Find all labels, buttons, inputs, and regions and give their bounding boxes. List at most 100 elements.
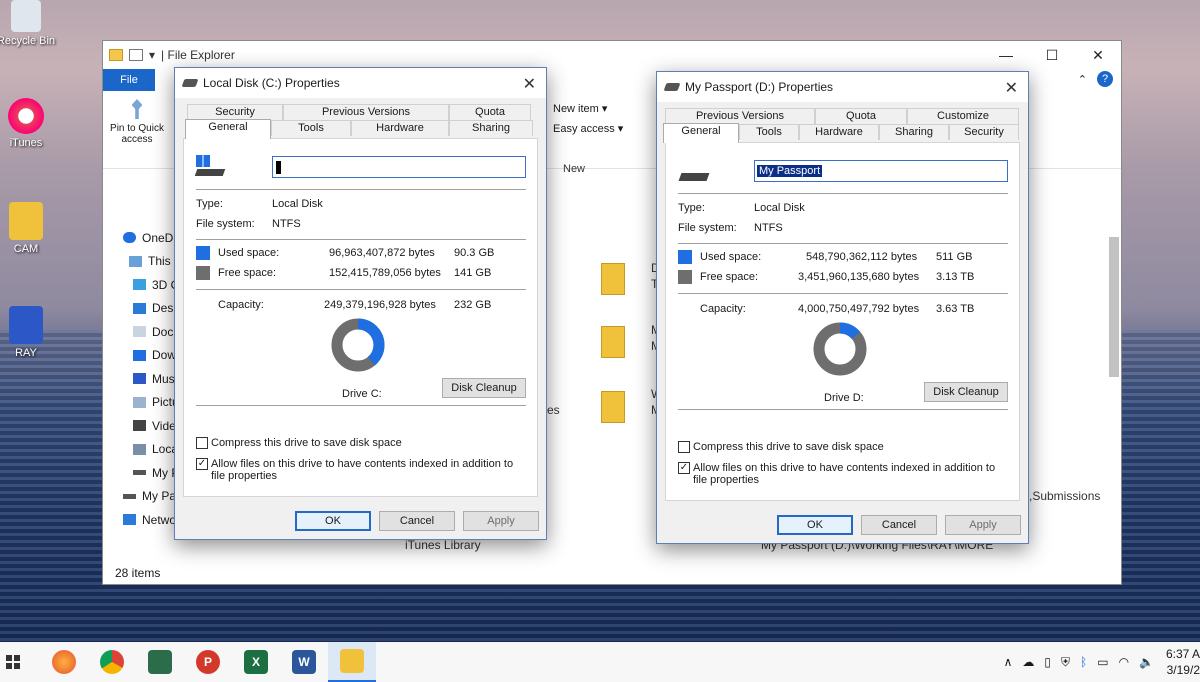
new-item-button[interactable]: New item ▾ xyxy=(553,99,623,119)
index-checkbox[interactable]: ✓ xyxy=(196,458,208,470)
work-folder-icon[interactable] xyxy=(601,391,625,423)
ok-button[interactable]: OK xyxy=(777,515,853,535)
dialog-title-bar: My Passport (D:) Properties ✕ xyxy=(657,72,1028,102)
drive-name-input[interactable]: My Passport xyxy=(754,160,1008,182)
start-button[interactable] xyxy=(0,642,26,682)
file-tab[interactable]: File xyxy=(103,69,155,91)
music-folder-icon[interactable] xyxy=(601,326,625,358)
minimize-button[interactable]: — xyxy=(983,41,1029,69)
usage-donut-chart xyxy=(813,322,867,376)
close-icon[interactable]: ✕ xyxy=(1005,78,1018,98)
easy-access-button[interactable]: Easy access ▾ xyxy=(553,119,623,139)
free-space-gb: 141 GB xyxy=(454,267,492,279)
maximize-button[interactable]: ☐ xyxy=(1029,41,1075,69)
desktop-icon-itunes[interactable]: iTunes xyxy=(0,98,58,149)
tab-security[interactable]: Security xyxy=(949,124,1019,140)
music-note-icon xyxy=(133,373,146,385)
bluetooth-icon[interactable]: ᛒ xyxy=(1080,655,1087,669)
drive-name-input[interactable] xyxy=(272,156,526,178)
item-itunes-library[interactable]: iTunes Library xyxy=(405,538,481,552)
disk-cleanup-button[interactable]: Disk Cleanup xyxy=(924,382,1008,402)
tab-sharing[interactable]: Sharing xyxy=(449,120,533,136)
index-label: Allow files on this drive to have conten… xyxy=(693,462,996,486)
apply-button[interactable]: Apply xyxy=(463,511,539,531)
new-group-label: New xyxy=(563,163,586,175)
desktop-icon-cam[interactable]: CAM xyxy=(0,202,58,255)
tab-customize[interactable]: Customize xyxy=(907,108,1019,124)
close-icon[interactable]: ✕ xyxy=(523,74,536,94)
folder-icon xyxy=(9,202,43,240)
external-drive-icon xyxy=(678,173,710,181)
security-shield-icon[interactable]: ⛨ xyxy=(1061,655,1070,670)
compress-checkbox[interactable] xyxy=(678,441,690,453)
onedrive-cloud-icon[interactable]: ☁ xyxy=(1022,655,1034,669)
my-passport-d-properties-dialog[interactable]: My Passport (D:) Properties ✕ Previous V… xyxy=(656,71,1029,544)
capacity-gb: 3.63 TB xyxy=(936,303,975,315)
type-value: Local Disk xyxy=(272,198,323,210)
scrollbar-thumb[interactable] xyxy=(1109,237,1119,377)
title-bar: ▾ | File Explorer xyxy=(103,41,1121,69)
compress-checkbox[interactable] xyxy=(196,437,208,449)
tab-security[interactable]: Security xyxy=(187,104,283,120)
downloads-folder-icon[interactable] xyxy=(601,263,625,295)
tab-tools[interactable]: Tools xyxy=(271,120,351,136)
tab-quota[interactable]: Quota xyxy=(815,108,907,124)
volume-icon[interactable]: 🔈 xyxy=(1139,655,1154,669)
cancel-button[interactable]: Cancel xyxy=(379,511,455,531)
document-icon xyxy=(133,326,146,338)
disk-cleanup-button[interactable]: Disk Cleanup xyxy=(442,378,526,398)
tab-previous-versions[interactable]: Previous Versions xyxy=(283,104,449,120)
capacity-label: Capacity: xyxy=(218,299,264,311)
divider xyxy=(196,405,526,406)
tab-previous-versions[interactable]: Previous Versions xyxy=(665,108,815,124)
clock[interactable]: 6:37 A 3/19/2 xyxy=(1164,646,1200,678)
taskbar-excel[interactable]: X xyxy=(232,642,280,682)
taskbar-firefox[interactable] xyxy=(40,642,88,682)
properties-icon[interactable] xyxy=(129,49,143,61)
chevron-up-icon[interactable]: ∧ xyxy=(1004,655,1013,669)
clock-time: 6:37 A xyxy=(1165,647,1200,661)
drive-icon xyxy=(181,79,199,87)
used-space-gb: 90.3 GB xyxy=(454,247,495,259)
usb-drive-icon[interactable]: ▯ xyxy=(1044,655,1051,669)
taskbar-word[interactable]: W xyxy=(280,642,328,682)
cancel-button[interactable]: Cancel xyxy=(861,515,937,535)
capacity-label: Capacity: xyxy=(700,303,746,315)
scrollbar[interactable] xyxy=(1107,221,1119,556)
tab-hardware[interactable]: Hardware xyxy=(351,120,449,136)
battery-icon[interactable]: ▭ xyxy=(1097,655,1108,669)
tab-quota[interactable]: Quota xyxy=(449,104,531,120)
external-drive-icon xyxy=(663,83,681,91)
divider xyxy=(678,243,1008,244)
taskbar-quill[interactable] xyxy=(136,642,184,682)
wifi-icon[interactable]: ◠ xyxy=(1119,655,1129,669)
folder-icon xyxy=(109,49,123,61)
tab-tools[interactable]: Tools xyxy=(739,124,799,140)
taskbar-file-explorer[interactable] xyxy=(328,642,376,682)
excel-icon: X xyxy=(244,650,268,674)
taskbar-powerpoint[interactable]: P xyxy=(184,642,232,682)
apply-button[interactable]: Apply xyxy=(945,515,1021,535)
text-caret xyxy=(276,161,281,174)
tab-general[interactable]: General xyxy=(663,123,739,143)
pin-to-quick-access-button[interactable]: Pin to Quick access xyxy=(107,99,167,145)
tab-general[interactable]: General xyxy=(185,119,271,139)
local-disk-c-properties-dialog[interactable]: Local Disk (C:) Properties ✕ Security Pr… xyxy=(174,67,547,540)
close-button[interactable]: ✕ xyxy=(1075,41,1121,69)
recycle-bin-icon xyxy=(11,0,41,32)
chevron-up-icon[interactable]: ⌃ xyxy=(1078,73,1087,86)
pin-icon xyxy=(131,99,143,119)
quick-access-dropdown-icon[interactable]: ▾ xyxy=(149,48,155,62)
tab-sharing[interactable]: Sharing xyxy=(879,124,949,140)
desktop-icon-recycle-bin[interactable]: Recycle Bin xyxy=(0,0,58,47)
index-checkbox[interactable]: ✓ xyxy=(678,462,690,474)
free-space-swatch xyxy=(196,266,210,280)
capacity-bytes: 249,379,196,928 bytes xyxy=(324,299,436,311)
used-space-label: Used space: xyxy=(700,251,762,263)
taskbar-chrome[interactable] xyxy=(88,642,136,682)
tab-hardware[interactable]: Hardware xyxy=(799,124,879,140)
ok-button[interactable]: OK xyxy=(295,511,371,531)
drive-label: Drive D: xyxy=(824,392,864,404)
desktop-icon-ray[interactable]: RAY xyxy=(0,306,58,359)
help-icon[interactable]: ? xyxy=(1097,71,1113,87)
